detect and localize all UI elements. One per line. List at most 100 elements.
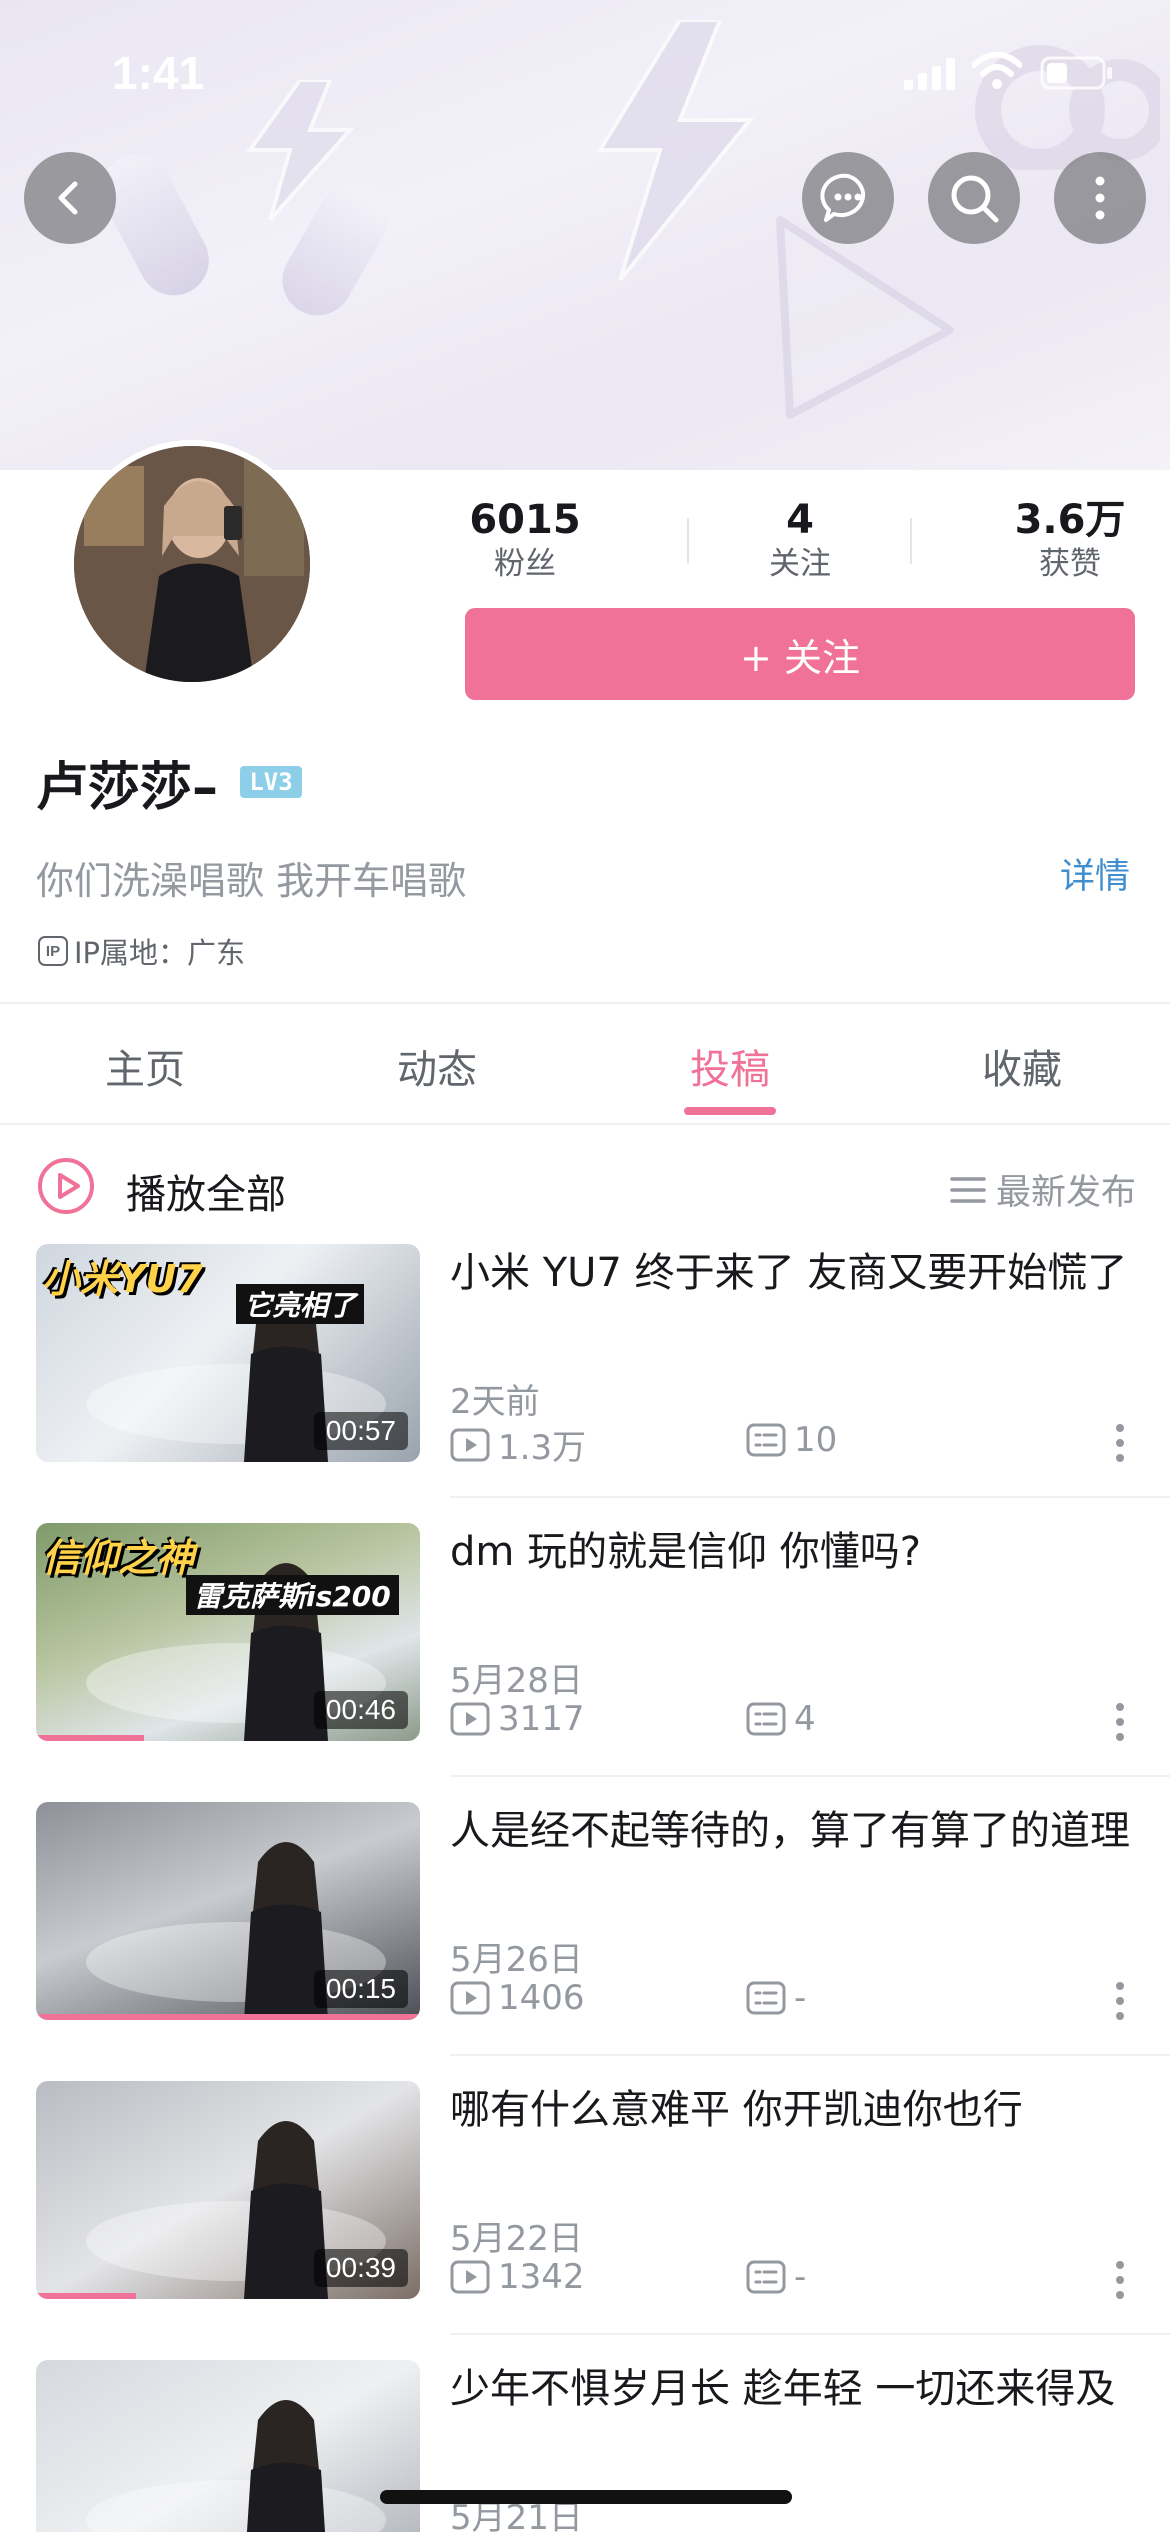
video-more-icon[interactable] [1110, 1420, 1130, 1466]
following-stat[interactable]: 4 关注 [710, 496, 890, 584]
avatar[interactable] [68, 440, 316, 688]
follow-button[interactable]: + 关注 [465, 608, 1135, 700]
comment-count-value: 4 [794, 1699, 816, 1739]
comment-count-value: 10 [794, 1420, 838, 1460]
level-badge: LV3 [240, 766, 303, 798]
video-title[interactable]: 哪有什么意难平 你开凯迪你也行 [450, 2081, 1130, 2139]
video-item[interactable]: 小米YU7 它亮相了 00:57 小米 YU7 终于来了 友商又要开始慌了 2天前 1… [0, 1244, 1170, 1524]
comment-count: - [746, 2257, 806, 2297]
video-item[interactable]: 00:15 人是经不起等待的，算了有算了的道理 5月26日 1406 - [0, 1802, 1170, 2082]
play-count: 1342 [450, 2257, 585, 2297]
followers-stat[interactable]: 6015 粉丝 [440, 496, 610, 584]
comment-count: 10 [746, 1420, 837, 1460]
divider [450, 1496, 1170, 1498]
divider [0, 1123, 1170, 1125]
search-button[interactable] [928, 152, 1020, 244]
tab-home[interactable]: 主页 [45, 1037, 245, 1095]
play-count-icon [450, 1702, 490, 1736]
username-row: 卢莎莎– LV3 [36, 752, 303, 818]
comment-icon [746, 1702, 786, 1736]
video-duration: 00:39 [313, 2249, 408, 2287]
divider [450, 1775, 1170, 1777]
status-bar: 1:41 [0, 0, 1170, 140]
profile-tabs: 主页 动态 投稿 收藏 [0, 1003, 1170, 1123]
search-icon [951, 175, 999, 223]
sort-selector[interactable]: 最新发布 [950, 1164, 1136, 1215]
comment-count: - [746, 1978, 806, 2018]
video-item[interactable]: 少年不惧岁月长 趁年轻 一切还来得及 5月21日 [0, 2360, 1170, 2532]
play-all-icon[interactable] [36, 1156, 96, 1216]
video-thumbnail[interactable]: 小米YU7 它亮相了 00:57 [36, 1244, 420, 1462]
video-meta: 1.3万 10 [450, 1420, 1150, 1469]
ip-location-text: IP属地：广东 [74, 936, 246, 970]
video-more-icon[interactable] [1110, 1978, 1130, 2024]
play-count: 1406 [450, 1978, 585, 2018]
list-icon [950, 1176, 986, 1203]
comment-icon [746, 1423, 786, 1457]
comment-count-value: - [794, 1978, 807, 2018]
video-duration: 00:57 [313, 1412, 408, 1450]
video-more-icon[interactable] [1110, 1699, 1130, 1745]
divider [450, 2054, 1170, 2056]
wifi-icon [972, 52, 1022, 89]
more-options-button[interactable] [1054, 152, 1146, 244]
video-thumbnail[interactable] [36, 2360, 420, 2532]
home-indicator [380, 2490, 792, 2504]
video-title[interactable]: 少年不惧岁月长 趁年轻 一切还来得及 [450, 2360, 1130, 2418]
play-count-value: 3117 [498, 1699, 585, 1739]
video-duration: 00:46 [313, 1691, 408, 1729]
watch-progress-bar [36, 2014, 420, 2020]
video-meta: 3117 4 [450, 1699, 1150, 1745]
tab-uploads[interactable]: 投稿 [630, 1037, 830, 1095]
play-count-value: 1.3万 [498, 1428, 587, 1468]
comment-icon [746, 2260, 786, 2294]
more-vertical-icon [1095, 176, 1105, 220]
cellular-signal-icon [904, 58, 955, 90]
video-more-icon[interactable] [1110, 2257, 1130, 2303]
chevron-left-icon [58, 181, 78, 215]
likes-label: 获赞 [1039, 546, 1101, 582]
thumbnail-image [86, 2400, 386, 2532]
username: 卢莎莎– [36, 757, 219, 818]
stat-divider [687, 518, 689, 564]
following-count: 4 [786, 497, 814, 543]
following-label: 关注 [769, 546, 831, 582]
video-thumbnail[interactable]: 00:15 [36, 1802, 420, 2020]
sort-label: 最新发布 [995, 1173, 1136, 1213]
play-all-button[interactable]: 播放全部 [126, 1162, 286, 1220]
watch-progress-bar [36, 2293, 136, 2299]
video-meta: 1406 - [450, 1978, 1150, 2024]
video-title[interactable]: 小米 YU7 终于来了 友商又要开始慌了 [450, 1244, 1130, 1302]
active-tab-indicator [684, 1107, 776, 1115]
video-item[interactable]: 00:39 哪有什么意难平 你开凯迪你也行 5月22日 1342 - [0, 2081, 1170, 2361]
play-count: 1.3万 [450, 1420, 586, 1469]
likes-stat[interactable]: 3.6万 获赞 [975, 496, 1165, 584]
thumbnail-subcaption: 雷克萨斯is200 [186, 1575, 399, 1615]
video-thumbnail[interactable]: 00:39 [36, 2081, 420, 2299]
battery-icon [1040, 56, 1112, 90]
likes-count: 3.6万 [1014, 497, 1126, 543]
video-title[interactable]: dm 玩的就是信仰 你懂吗? [450, 1523, 1130, 1581]
comment-count-value: - [794, 2257, 807, 2297]
divider [450, 2333, 1170, 2335]
message-button[interactable] [802, 152, 894, 244]
video-thumbnail[interactable]: 信仰之神 雷克萨斯is200 00:46 [36, 1523, 420, 1741]
watch-progress-bar [36, 1735, 144, 1741]
video-date: 5月22日 [450, 2219, 583, 2259]
avatar-photo [74, 446, 310, 682]
video-title[interactable]: 人是经不起等待的，算了有算了的道理 [450, 1802, 1130, 1860]
thumbnail-subcaption: 它亮相了 [236, 1284, 365, 1324]
tab-favorites[interactable]: 收藏 [922, 1037, 1122, 1095]
followers-label: 粉丝 [494, 546, 556, 582]
tab-activity[interactable]: 动态 [337, 1037, 537, 1095]
comment-icon [746, 1981, 786, 2015]
chat-bubble-icon [820, 173, 866, 222]
play-count-value: 1342 [498, 2257, 585, 2297]
details-link[interactable]: 详情 [1060, 848, 1130, 899]
stat-divider [910, 518, 912, 564]
play-count-value: 1406 [498, 1978, 585, 2018]
video-duration: 00:15 [313, 1970, 408, 2008]
video-date: 5月26日 [450, 1940, 583, 1980]
video-item[interactable]: 信仰之神 雷克萨斯is200 00:46 dm 玩的就是信仰 你懂吗? 5月28日 3… [0, 1523, 1170, 1803]
back-button[interactable] [24, 152, 116, 244]
